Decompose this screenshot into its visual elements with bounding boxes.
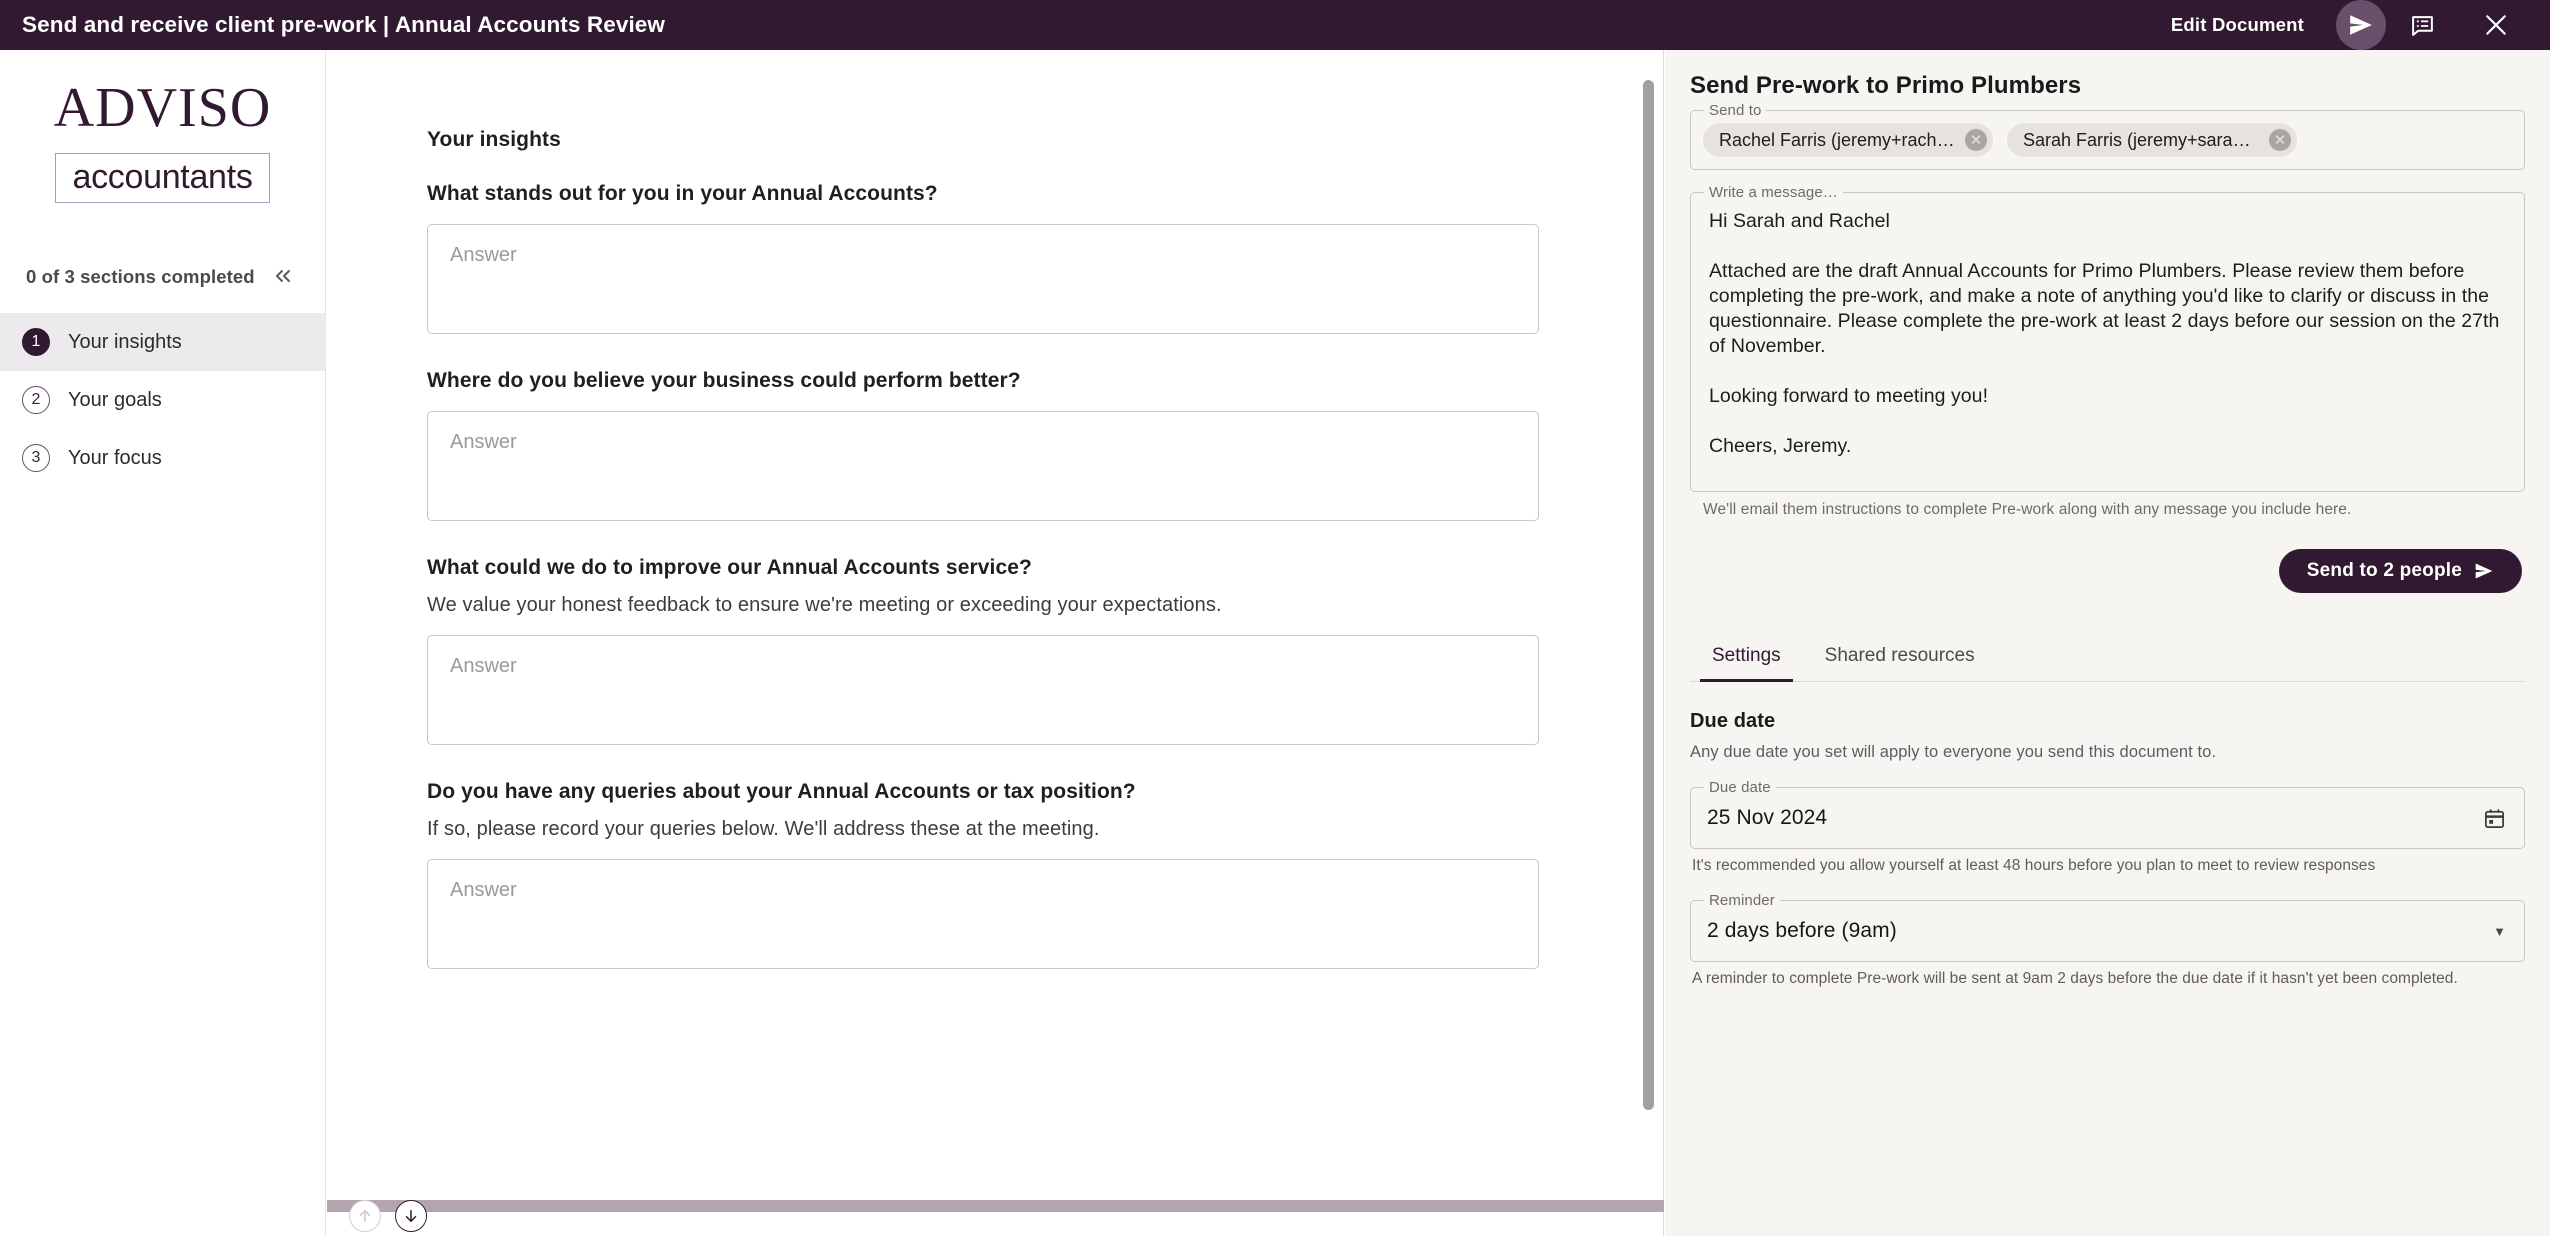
progress-row: 0 of 3 sections completed <box>0 259 325 295</box>
answer-input[interactable] <box>427 224 1539 334</box>
question-subtitle: We value your honest feedback to ensure … <box>427 594 1222 616</box>
question-subtitle: If so, please record your queries below.… <box>427 818 1100 840</box>
reminder-select[interactable]: Reminder 2 days before (9am) ▼ <box>1690 892 2525 962</box>
brand-logo: ADVISO accountants <box>0 50 325 204</box>
due-date-legend: Due date <box>1704 779 1776 796</box>
send-plane-icon[interactable] <box>2336 0 2386 50</box>
chevron-double-left-icon[interactable] <box>267 262 299 292</box>
due-date-heading: Due date <box>1690 710 1776 732</box>
recipients-legend: Send to <box>1704 102 1767 119</box>
answer-input[interactable] <box>427 859 1539 969</box>
document-scroll-region: Your insights What stands out for you in… <box>327 50 1664 1178</box>
message-body[interactable]: Hi Sarah and Rachel Attached are the dra… <box>1709 209 2506 459</box>
sidebar-item-label: Your focus <box>68 446 162 469</box>
section-nav: 1 Your insights 2 Your goals 3 Your focu… <box>0 313 325 487</box>
arrow-down-icon[interactable] <box>395 1200 427 1232</box>
recipient-label: Sarah Farris (jeremy+sarahfarr… <box>2023 129 2260 150</box>
due-date-value: 25 Nov 2024 <box>1707 806 1828 829</box>
question-block: What could we do to improve our Annual A… <box>427 556 1539 750</box>
arrow-up-icon[interactable] <box>349 1200 381 1232</box>
due-date-input[interactable]: Due date 25 Nov 2024 <box>1690 779 2525 849</box>
recipient-chip[interactable]: Rachel Farris (jeremy+rachelfa… ✕ <box>1703 123 1993 157</box>
recipients-field[interactable]: Send to Rachel Farris (jeremy+rachelfa… … <box>1690 102 2525 170</box>
sidebar-item-label: Your insights <box>68 330 182 353</box>
document-section-title: Your insights <box>427 128 561 151</box>
reminder-value: 2 days before (9am) <box>1707 919 1897 942</box>
send-button-label: Send to 2 people <box>2306 560 2462 581</box>
remove-recipient-icon[interactable]: ✕ <box>2269 129 2291 151</box>
sidebar-item-your-focus[interactable]: 3 Your focus <box>0 429 325 487</box>
send-prework-panel: Send Pre-work to Primo Plumbers Send to … <box>1665 50 2550 1236</box>
answer-input[interactable] <box>427 635 1539 745</box>
sidebar-item-your-insights[interactable]: 1 Your insights <box>0 313 325 372</box>
calendar-icon[interactable] <box>2483 807 2506 830</box>
question-block: Do you have any queries about your Annua… <box>427 780 1539 974</box>
brand-name: ADVISO <box>53 77 272 139</box>
app-header: Send and receive client pre-work | Annua… <box>0 0 2550 50</box>
question-block: What stands out for you in your Annual A… <box>427 182 1539 339</box>
chevron-down-icon[interactable]: ▼ <box>2493 924 2506 939</box>
page-title: Send and receive client pre-work | Annua… <box>22 12 666 37</box>
answer-input[interactable] <box>427 411 1539 521</box>
document-area: Your insights What stands out for you in… <box>327 50 1664 1236</box>
left-sidebar: ADVISO accountants 0 of 3 sections compl… <box>0 50 326 1236</box>
question-title: Where do you believe your business could… <box>427 369 1021 392</box>
sidebar-item-your-goals[interactable]: 2 Your goals <box>0 371 325 429</box>
step-number: 2 <box>22 386 50 415</box>
message-helper-text: We'll email them instructions to complet… <box>1703 501 2352 518</box>
tab-shared-resources[interactable]: Shared resources <box>1803 637 1997 681</box>
send-plane-icon <box>2475 563 2493 579</box>
document-pager <box>349 1200 427 1232</box>
due-date-subtext: Any due date you set will apply to every… <box>1690 743 2217 761</box>
reminder-legend: Reminder <box>1704 892 1780 909</box>
due-date-note: It's recommended you allow yourself at l… <box>1692 857 2376 874</box>
step-number: 3 <box>22 444 50 473</box>
comments-icon[interactable] <box>2398 0 2446 50</box>
question-title: What could we do to improve our Annual A… <box>427 556 1032 579</box>
send-to-people-button[interactable]: Send to 2 people <box>2278 549 2522 593</box>
sidebar-item-label: Your goals <box>68 388 162 411</box>
recipient-label: Rachel Farris (jeremy+rachelfa… <box>1719 129 1956 150</box>
question-title: Do you have any queries about your Annua… <box>427 780 1136 803</box>
question-block: Where do you believe your business could… <box>427 369 1539 526</box>
panel-tabs: Settings Shared resources <box>1690 637 2525 682</box>
progress-text: 0 of 3 sections completed <box>26 266 255 288</box>
tab-settings[interactable]: Settings <box>1690 637 1803 682</box>
question-title: What stands out for you in your Annual A… <box>427 182 938 205</box>
document-divider <box>327 1200 1664 1212</box>
remove-recipient-icon[interactable]: ✕ <box>1965 129 1987 151</box>
message-legend: Write a message… <box>1704 184 1843 201</box>
brand-subtitle: accountants <box>55 153 270 204</box>
header-actions: Edit Document <box>2157 0 2520 50</box>
edit-document-button[interactable]: Edit Document <box>2157 6 2318 44</box>
reminder-note: A reminder to complete Pre-work will be … <box>1692 970 2458 987</box>
step-number: 1 <box>22 328 50 357</box>
message-field[interactable]: Write a message… Hi Sarah and Rachel Att… <box>1690 184 2525 492</box>
panel-title: Send Pre-work to Primo Plumbers <box>1690 72 2082 99</box>
close-icon[interactable] <box>2472 0 2520 50</box>
recipient-chip[interactable]: Sarah Farris (jeremy+sarahfarr… ✕ <box>2007 123 2297 157</box>
document-scrollbar[interactable] <box>1643 80 1654 1110</box>
